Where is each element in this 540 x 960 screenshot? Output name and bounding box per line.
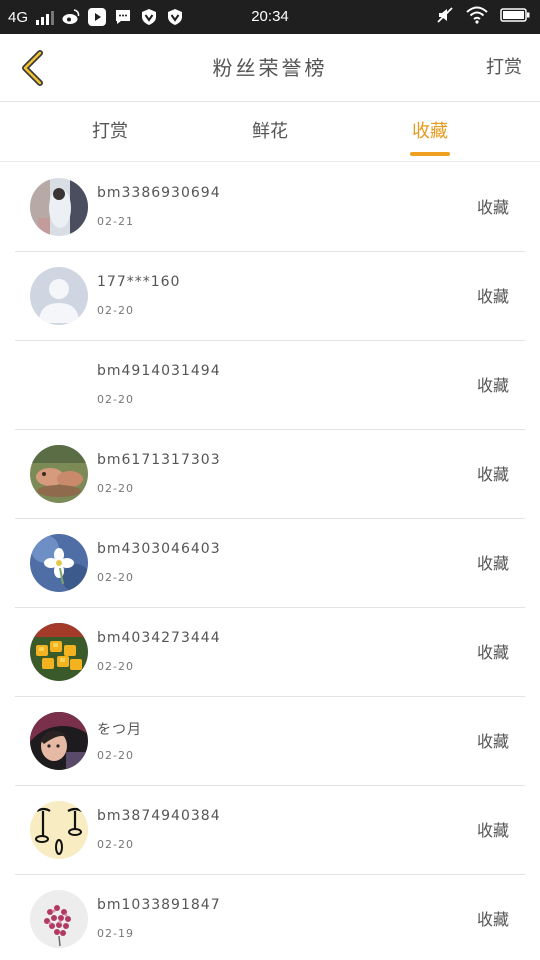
fan-date: 02-20 bbox=[97, 304, 134, 317]
fan-name: をつ月 bbox=[97, 722, 142, 738]
list-item[interactable]: 177***160 02-20 收藏 bbox=[15, 252, 525, 341]
fan-name: bm6171317303 bbox=[97, 452, 221, 468]
tab-reward[interactable]: 打赏 bbox=[60, 102, 160, 162]
status-bar: 4G 20:34 bbox=[0, 0, 540, 34]
page-title: 粉丝荣誉榜 bbox=[212, 56, 328, 80]
wifi-icon bbox=[466, 6, 488, 28]
avatar bbox=[30, 445, 88, 503]
list-item[interactable]: bm6171317303 02-20 收藏 bbox=[15, 430, 525, 519]
avatar bbox=[30, 356, 88, 414]
fan-date: 02-19 bbox=[97, 927, 134, 940]
fan-date: 02-20 bbox=[97, 660, 134, 673]
tab-bar: 打赏 鲜花 收藏 bbox=[0, 102, 540, 162]
list-item[interactable]: bm4914031494 02-20 收藏 bbox=[15, 341, 525, 430]
favorite-label[interactable]: 收藏 bbox=[477, 786, 509, 875]
tab-flowers[interactable]: 鲜花 bbox=[220, 102, 320, 162]
list-item[interactable]: bm4303046403 02-20 收藏 bbox=[15, 519, 525, 608]
favorite-label[interactable]: 收藏 bbox=[477, 608, 509, 697]
fan-date: 02-21 bbox=[97, 215, 134, 228]
favorite-label[interactable]: 收藏 bbox=[477, 875, 509, 960]
favorite-label[interactable]: 收藏 bbox=[477, 430, 509, 519]
list-item[interactable]: bm4034273444 02-20 收藏 bbox=[15, 608, 525, 697]
avatar bbox=[30, 712, 88, 770]
avatar bbox=[30, 801, 88, 859]
avatar bbox=[30, 267, 88, 325]
avatar bbox=[30, 890, 88, 948]
fan-date: 02-20 bbox=[97, 482, 134, 495]
fan-name: bm4034273444 bbox=[97, 630, 221, 646]
favorite-label[interactable]: 收藏 bbox=[477, 519, 509, 608]
favorite-label[interactable]: 收藏 bbox=[477, 163, 509, 252]
avatar bbox=[30, 178, 88, 236]
fan-date: 02-20 bbox=[97, 393, 134, 406]
list-item[interactable]: をつ月 02-20 收藏 bbox=[15, 697, 525, 786]
fan-date: 02-20 bbox=[97, 749, 134, 762]
fan-name: 177***160 bbox=[97, 274, 181, 290]
fan-date: 02-20 bbox=[97, 838, 134, 851]
favorite-label[interactable]: 收藏 bbox=[477, 252, 509, 341]
fan-name: bm3386930694 bbox=[97, 185, 221, 201]
avatar bbox=[30, 623, 88, 681]
fan-name: bm3874940384 bbox=[97, 808, 221, 824]
battery-icon bbox=[500, 7, 530, 27]
list-item[interactable]: bm1033891847 02-19 收藏 bbox=[15, 875, 525, 960]
fan-name: bm4914031494 bbox=[97, 363, 221, 379]
fan-list: bm3386930694 02-21 收藏 177***160 02-20 收藏… bbox=[15, 163, 525, 960]
avatar bbox=[30, 534, 88, 592]
active-tab-indicator bbox=[410, 152, 450, 156]
fan-name: bm4303046403 bbox=[97, 541, 221, 557]
fan-date: 02-20 bbox=[97, 571, 134, 584]
list-item[interactable]: bm3874940384 02-20 收藏 bbox=[15, 786, 525, 875]
favorite-label[interactable]: 收藏 bbox=[477, 697, 509, 786]
mute-icon bbox=[436, 6, 454, 28]
header-reward-button[interactable]: 打赏 bbox=[486, 34, 522, 102]
list-item[interactable]: bm3386930694 02-21 收藏 bbox=[15, 163, 525, 252]
favorite-label[interactable]: 收藏 bbox=[477, 341, 509, 430]
status-bar-right bbox=[436, 0, 530, 34]
fan-name: bm1033891847 bbox=[97, 897, 221, 913]
app-header: 粉丝荣誉榜 打赏 bbox=[0, 34, 540, 102]
